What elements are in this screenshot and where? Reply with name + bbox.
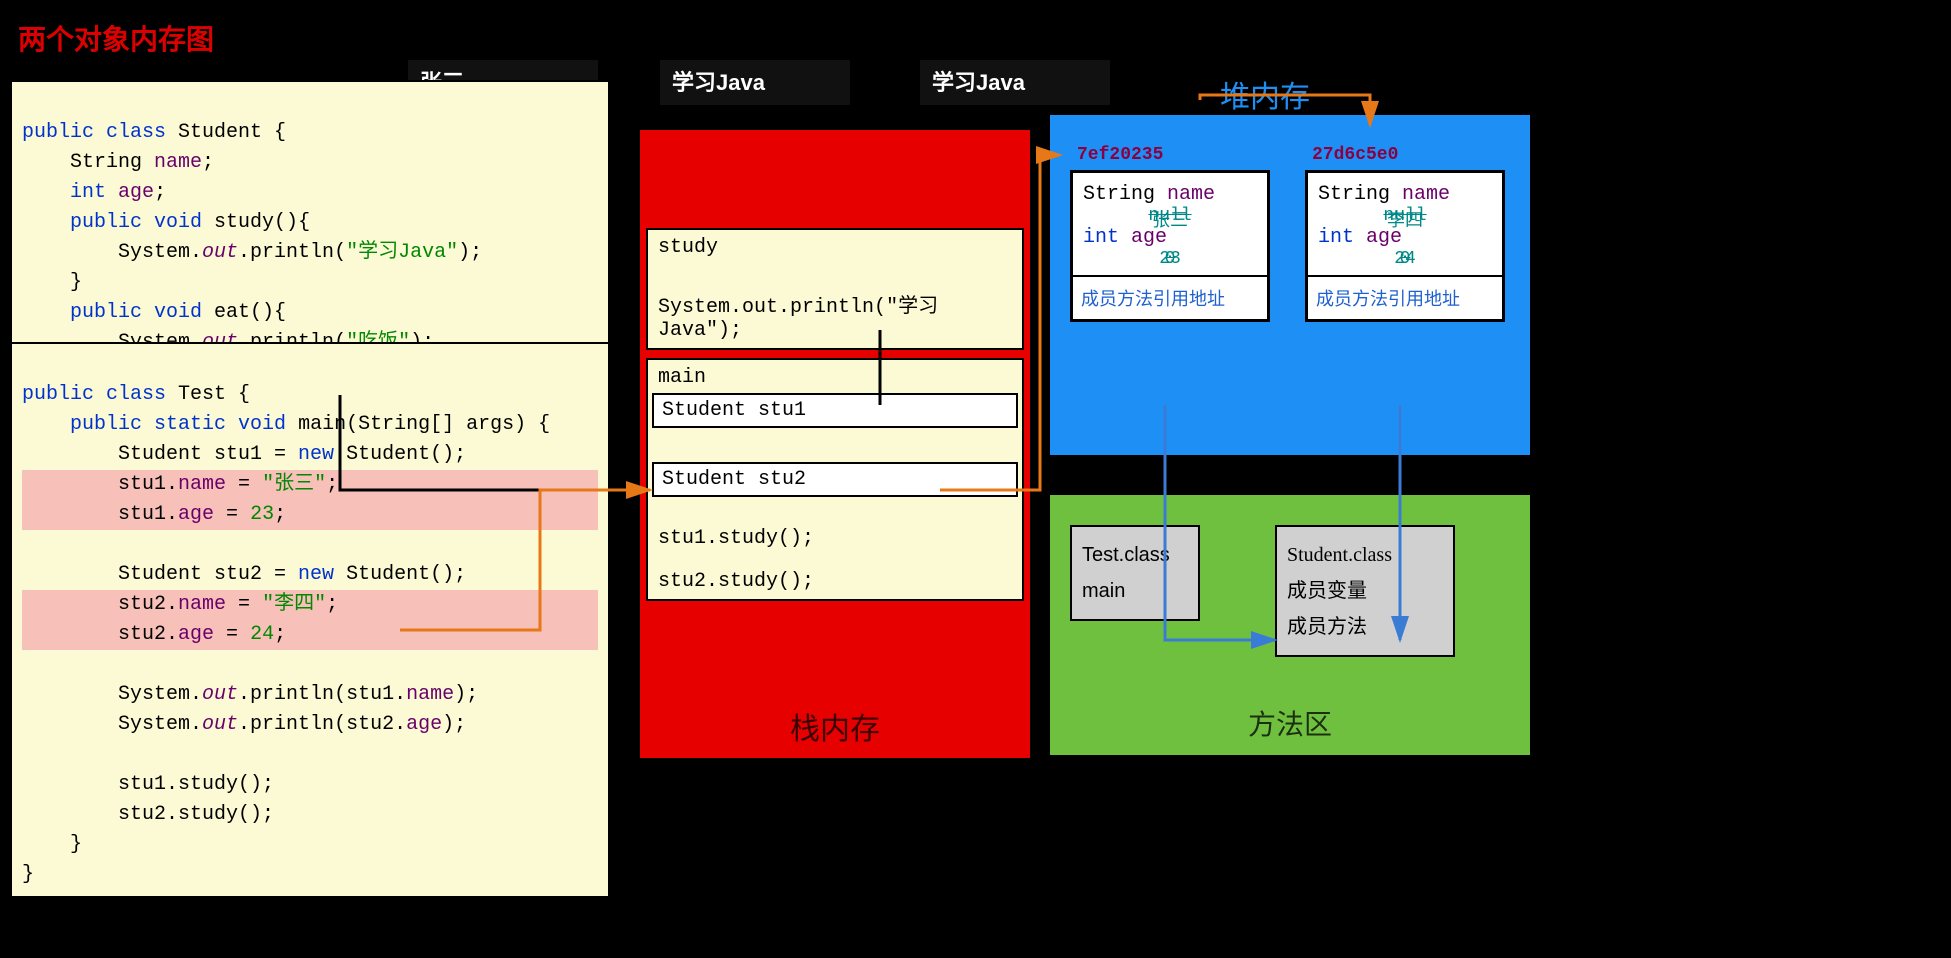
console-output-3: 学习Java (920, 60, 1110, 105)
field-name: name (1167, 183, 1215, 206)
diagram-title: 两个对象内存图 (18, 18, 214, 58)
field-new: 李四 (1318, 206, 1492, 232)
test-class-box: Test.class main (1070, 525, 1200, 621)
field-type: String (1083, 183, 1155, 206)
class-member: main (1082, 573, 1188, 609)
test-class-code: public class Test { public static void m… (10, 342, 610, 898)
field-new: 24 (1318, 249, 1492, 269)
frame-name: main (658, 366, 1012, 389)
heap-memory: 7ef20235 String name null张三 int age 023 … (1050, 115, 1530, 455)
field-new: 张三 (1083, 206, 1257, 232)
object-address: 27d6c5e0 (1312, 145, 1398, 165)
stack-memory: study System.out.println("学习Java"); main… (640, 130, 1030, 758)
heap-object-1: 7ef20235 String name null张三 int age 023 … (1070, 170, 1270, 322)
frame-name: study (658, 236, 1012, 259)
call-stu1-study: stu1.study(); (658, 527, 1012, 550)
method-area: Test.class main Student.class 成员变量 成员方法 … (1050, 495, 1530, 755)
heap-object-2: 27d6c5e0 String name null李四 int age 024 … (1305, 170, 1505, 322)
field-type: String (1318, 183, 1390, 206)
call-stu2-study: stu2.study(); (658, 570, 1012, 593)
object-address: 7ef20235 (1077, 145, 1163, 165)
heap-label: 堆内存 (1220, 72, 1811, 116)
class-name: Student.class (1287, 537, 1443, 573)
field-new: 23 (1083, 249, 1257, 269)
console-output-2: 学习Java (660, 60, 850, 105)
method-ref: 成员方法引用地址 (1308, 275, 1502, 319)
field-name: name (1402, 183, 1450, 206)
main-frame: main Student stu1 Student stu2 stu1.stud… (646, 358, 1024, 601)
study-frame: study System.out.println("学习Java"); (646, 228, 1024, 350)
var-stu1: Student stu1 (652, 393, 1018, 428)
class-member-vars: 成员变量 (1287, 573, 1443, 609)
method-ref: 成员方法引用地址 (1073, 275, 1267, 319)
class-member-methods: 成员方法 (1287, 609, 1443, 645)
student-class-box: Student.class 成员变量 成员方法 (1275, 525, 1455, 657)
var-stu2: Student stu2 (652, 462, 1018, 497)
method-area-label: 方法区 (1050, 703, 1530, 743)
class-name: Test.class (1082, 537, 1188, 573)
stack-label: 栈内存 (640, 704, 1030, 748)
